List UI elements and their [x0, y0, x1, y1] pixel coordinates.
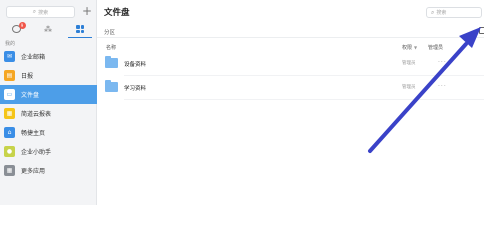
- more-apps-icon: ▦: [4, 165, 15, 176]
- folder-icon: [105, 56, 118, 68]
- sidebar-item-label: 更多应用: [21, 168, 46, 175]
- sidebar-item-daily-report[interactable]: ▤ 日报: [0, 66, 97, 85]
- sidebar-item-file-drive[interactable]: ▭ 文件盘: [0, 85, 97, 104]
- row-name: 设备资料: [124, 62, 147, 68]
- tab-apps[interactable]: [64, 20, 96, 38]
- sidebar-item-label: 畅捷主页: [21, 130, 46, 137]
- contacts-icon: ⁂: [44, 24, 52, 34]
- chat-icon: 9: [11, 22, 26, 33]
- active-tab-indicator: [68, 37, 92, 38]
- home-icon: ⌂: [4, 127, 15, 138]
- row-permission: 管理员: [402, 61, 416, 66]
- sidebar-tab-row: 9 ⁂: [0, 20, 97, 38]
- sidebar-item-more-apps[interactable]: ▦ 更多应用: [0, 161, 97, 180]
- more-options-icon[interactable]: ···: [438, 83, 447, 90]
- unread-badge: 9: [18, 22, 26, 29]
- sidebar-menu: ✉ 企业邮箱 ▤ 日报 ▭ 文件盘 ▦ 简道云报表 ⌂ 畅捷主页 ● 企业小助手…: [0, 47, 97, 180]
- row-name: 学习资料: [124, 86, 147, 92]
- sidebar-item-label: 企业邮箱: [21, 54, 46, 61]
- sidebar-item-label: 日报: [21, 73, 34, 80]
- sort-icon: ▼: [414, 45, 418, 50]
- folder-icon: [105, 80, 118, 92]
- sidebar-search-placeholder: 搜索: [38, 9, 49, 16]
- tab-contacts[interactable]: ⁂: [32, 20, 64, 38]
- view-toggle-icon[interactable]: [479, 27, 484, 34]
- main-panel: 文件盘 ⌕ 搜索 分区 名称 权限 ▼ 管理员 设备资料 管理员 ··· 学习资料…: [97, 0, 484, 205]
- search-icon: ⌕: [32, 8, 37, 15]
- sidebar-item-report[interactable]: ▦ 简道云报表: [0, 104, 97, 123]
- sidebar: ⌕ 搜索 + 9 ⁂ 我的 ✉ 企业邮箱 ▤ 日报 ▭ 文件盘 ▦ 简道云报表 …: [0, 0, 97, 205]
- column-header-name[interactable]: 名称: [106, 44, 116, 51]
- sidebar-item-label: 企业小助手: [21, 149, 52, 156]
- sidebar-item-home[interactable]: ⌂ 畅捷主页: [0, 123, 97, 142]
- calendar-icon: ▤: [4, 70, 15, 81]
- row-permission: 管理员: [402, 85, 416, 90]
- sidebar-item-label: 简道云报表: [21, 111, 52, 118]
- sidebar-item-assistant[interactable]: ● 企业小助手: [0, 142, 97, 161]
- column-header-permission[interactable]: 权限 ▼: [402, 44, 417, 51]
- file-search-input[interactable]: ⌕ 搜索: [426, 7, 482, 18]
- table-row[interactable]: 设备资料 管理员 ···: [97, 52, 484, 76]
- page-title: 文件盘: [104, 8, 130, 18]
- add-button[interactable]: +: [81, 4, 93, 18]
- column-header-manager[interactable]: 管理员: [428, 44, 443, 51]
- report-icon: ▦: [4, 108, 15, 119]
- tab-messages[interactable]: 9: [0, 20, 32, 38]
- partition-label: 分区: [104, 30, 116, 36]
- mail-icon: ✉: [4, 51, 15, 62]
- sidebar-item-mail[interactable]: ✉ 企业邮箱: [0, 47, 97, 66]
- assistant-icon: ●: [4, 146, 15, 157]
- apps-grid-icon: [76, 25, 84, 33]
- folder-icon: ▭: [4, 89, 15, 100]
- sidebar-item-label: 文件盘: [21, 92, 40, 99]
- divider: [97, 37, 484, 38]
- sidebar-section-label: 我的: [5, 41, 16, 47]
- column-header-permission-label: 权限: [402, 45, 413, 51]
- sidebar-search-input[interactable]: ⌕ 搜索: [6, 6, 75, 18]
- file-search-placeholder: 搜索: [436, 10, 447, 16]
- search-icon: ⌕: [431, 8, 435, 16]
- table-row[interactable]: 学习资料 管理员 ···: [97, 76, 484, 100]
- row-divider: [124, 99, 484, 100]
- more-options-icon[interactable]: ···: [438, 59, 447, 66]
